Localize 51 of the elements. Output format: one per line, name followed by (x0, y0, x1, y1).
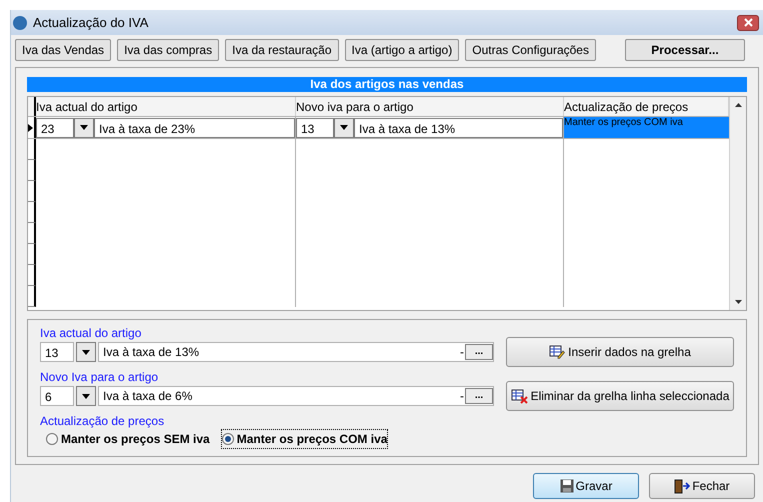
close-button[interactable] (737, 14, 759, 30)
tab-button[interactable]: Iva da restauração (225, 39, 339, 61)
grid-delete-icon (510, 388, 528, 404)
dropdown-button[interactable] (76, 386, 96, 406)
dropdown-button[interactable] (74, 118, 94, 138)
row-header[interactable] (28, 202, 36, 223)
caret-icon (80, 125, 88, 130)
tab-button[interactable]: Outras Configurações (465, 39, 596, 61)
column-header: Iva actual do artigo (36, 97, 296, 116)
scrollbar[interactable] (729, 97, 746, 310)
tab-button[interactable]: Iva das Vendas (15, 39, 112, 61)
row-header[interactable] (28, 181, 36, 202)
description-cell: Iva à taxa de 23% (94, 118, 295, 138)
door-exit-icon (674, 478, 690, 494)
row-header[interactable] (28, 265, 36, 286)
column-header: Novo iva para o artigo (296, 97, 564, 116)
caret-icon (340, 125, 348, 130)
dropdown-button[interactable] (76, 342, 96, 362)
row-header[interactable] (28, 223, 36, 244)
grid-edit-icon (549, 345, 566, 359)
delete-button[interactable]: Eliminar da grelha linha seleccionada (506, 381, 734, 411)
window-title: Actualização do IVA (33, 14, 150, 32)
app-logo-icon (13, 16, 27, 30)
code-cell: 23 (36, 118, 74, 138)
code-field[interactable]: 6 (40, 386, 74, 406)
row-header[interactable] (28, 244, 36, 265)
radio-option[interactable]: Manter os preços SEM iva (46, 430, 210, 448)
insert-button[interactable]: Inserir dados na grelha (506, 337, 734, 367)
save-button[interactable]: Gravar (533, 473, 639, 499)
price-update-cell: Manter os preços COM iva (564, 117, 729, 138)
close-dialog-button[interactable]: Fechar (649, 473, 755, 499)
group-label: Actualização de preços (40, 413, 166, 429)
code-cell: 13 (296, 118, 334, 138)
row-header[interactable] (28, 139, 36, 160)
radio-option[interactable]: Manter os preços COM iva (222, 430, 388, 448)
caret-icon (82, 350, 90, 354)
field-label: Novo Iva para o artigo (40, 369, 160, 385)
tab-button[interactable]: Iva (artigo a artigo) (344, 39, 460, 61)
tab-button[interactable]: Iva das compras (117, 39, 220, 61)
section-header: Iva dos artigos nas vendas (27, 77, 747, 92)
process-button[interactable]: Processar... (625, 39, 745, 61)
description-cell: Iva à taxa de 13% (354, 118, 563, 138)
caret-icon (82, 394, 90, 398)
row-header[interactable] (28, 286, 36, 307)
close-icon (744, 18, 752, 27)
dropdown-button[interactable] (334, 118, 354, 138)
scroll-down-icon[interactable] (734, 300, 742, 304)
row-header[interactable] (28, 160, 36, 181)
scroll-up-icon[interactable] (734, 103, 742, 107)
code-field[interactable]: 13 (40, 342, 74, 362)
field-label: Iva actual do artigo (40, 325, 142, 341)
